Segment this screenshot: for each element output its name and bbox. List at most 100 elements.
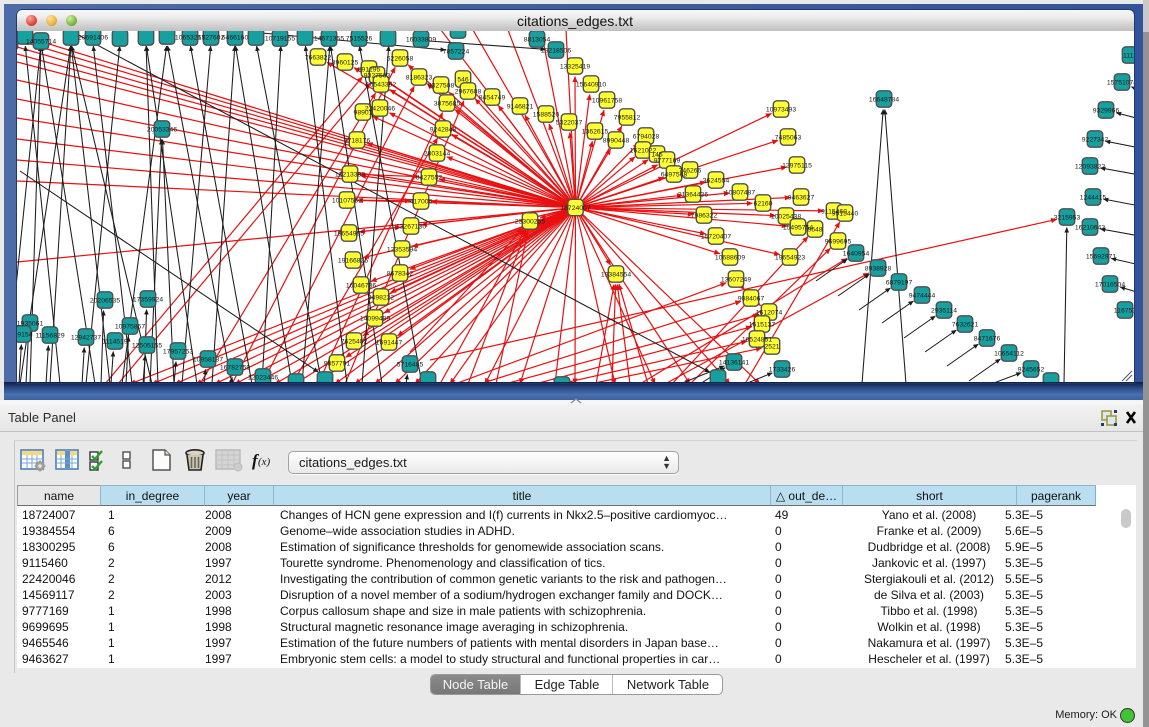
svg-text:6497568: 6497568	[661, 172, 688, 179]
svg-text:16648784: 16648784	[869, 97, 899, 104]
svg-text:1114519: 1114519	[102, 339, 128, 346]
svg-text:1112: 1112	[1123, 53, 1134, 60]
svg-text:3215953: 3215953	[1054, 215, 1081, 222]
svg-text:3624554: 3624554	[703, 178, 730, 185]
svg-text:10719155: 10719155	[265, 36, 295, 43]
svg-text:3498222: 3498222	[368, 295, 395, 302]
svg-text:12942737: 12942737	[71, 335, 101, 342]
svg-text:9146821: 9146821	[507, 104, 534, 111]
svg-text:116753: 116753	[1114, 308, 1134, 315]
svg-text:1733426: 1733426	[769, 367, 796, 374]
svg-text:20691406: 20691406	[78, 35, 108, 42]
svg-text:20053346: 20053346	[147, 127, 177, 134]
svg-text:17016504: 17016504	[1095, 282, 1125, 289]
svg-text:1527602: 1527602	[198, 35, 225, 42]
svg-text:13607249: 13607249	[721, 277, 751, 284]
svg-text:8678342: 8678342	[387, 271, 414, 278]
svg-text:19654985: 19654985	[334, 231, 364, 238]
svg-text:14055714: 14055714	[26, 39, 56, 46]
svg-text:8454749: 8454749	[479, 95, 506, 102]
svg-text:(x): (x)	[258, 456, 271, 468]
svg-text:9242848: 9242848	[430, 127, 457, 134]
svg-text:19654923: 19654923	[775, 255, 805, 262]
svg-text:9857791: 9857791	[324, 361, 351, 368]
svg-text:16524851: 16524851	[742, 337, 772, 344]
svg-text:14671355: 14671355	[314, 36, 344, 43]
svg-text:16046736: 16046736	[346, 283, 376, 290]
svg-text:19218506: 19218506	[541, 48, 571, 55]
svg-text:9463627: 9463627	[788, 195, 815, 202]
svg-text:7625402: 7625402	[341, 339, 368, 346]
svg-text:12213383: 12213383	[335, 172, 365, 179]
svg-text:12023446: 12023446	[248, 375, 278, 382]
svg-text:1244415: 1244415	[1080, 195, 1107, 202]
svg-text:14136141: 14136141	[719, 360, 749, 367]
svg-text:19384554: 19384554	[601, 272, 631, 279]
svg-text:8990448: 8990448	[603, 138, 630, 145]
svg-text:5322037: 5322037	[556, 120, 583, 127]
svg-text:8960125: 8960125	[332, 60, 359, 67]
svg-text:16033809: 16033809	[406, 37, 436, 44]
svg-text:15640910: 15640910	[576, 82, 606, 89]
svg-text:39154: 39154	[17, 332, 33, 339]
svg-text:5226058: 5226058	[387, 56, 414, 63]
svg-text:16782759: 16782759	[220, 365, 250, 372]
svg-text:16210643: 16210643	[1075, 225, 1105, 232]
svg-text:1615137: 1615137	[749, 322, 776, 329]
svg-text:15751074: 15751074	[1107, 80, 1134, 87]
svg-text:9327508: 9327508	[428, 83, 455, 90]
svg-text:9245652: 9245652	[1018, 367, 1045, 374]
svg-text:8938928: 8938928	[865, 266, 892, 273]
svg-text:17359924: 17359924	[133, 297, 163, 304]
svg-text:3875685: 3875685	[434, 101, 461, 108]
svg-text:10973493: 10973493	[766, 107, 796, 114]
svg-text:417006: 417006	[410, 199, 433, 206]
svg-text:7955812: 7955812	[614, 115, 641, 122]
svg-text:11156829: 11156829	[35, 333, 64, 340]
svg-text:9227342: 9227342	[1082, 137, 1109, 144]
svg-text:7986322: 7986322	[691, 213, 718, 220]
svg-text:2935114: 2935114	[931, 308, 957, 315]
svg-text:7485063: 7485063	[775, 135, 802, 142]
svg-text:2967608: 2967608	[455, 89, 482, 96]
svg-text:21364436: 21364436	[678, 192, 708, 199]
svg-text:10958187: 10958187	[193, 357, 223, 364]
svg-text:15720407: 15720407	[701, 234, 731, 241]
svg-text:5716485: 5716485	[397, 362, 424, 369]
svg-text:13267130: 13267130	[396, 224, 426, 231]
svg-text:9327503: 9327503	[364, 73, 391, 80]
svg-text:12093822: 12093822	[1075, 164, 1105, 171]
svg-text:9084067: 9084067	[738, 296, 765, 303]
svg-text:8427552: 8427552	[416, 175, 443, 182]
svg-text:7857224: 7857224	[443, 49, 470, 56]
svg-text:12975115: 12975115	[782, 163, 812, 170]
svg-text:10025438: 10025438	[771, 214, 801, 221]
svg-text:9329966: 9329966	[1093, 108, 1120, 115]
svg-text:14099489: 14099489	[360, 316, 390, 323]
svg-text:9515440: 9515440	[832, 211, 859, 218]
svg-text:546: 546	[457, 77, 469, 84]
svg-text:8471676: 8471676	[974, 336, 1001, 343]
svg-text:19166825: 19166825	[338, 258, 368, 265]
svg-text:62160: 62160	[754, 201, 773, 208]
svg-text:1362615: 1362615	[582, 129, 609, 136]
svg-text:1691447: 1691447	[376, 340, 403, 347]
svg-text:98901: 98901	[354, 110, 373, 117]
svg-text:6466160: 6466160	[222, 35, 249, 42]
svg-text:18724007: 18724007	[560, 205, 590, 212]
svg-text:13325419: 13325419	[560, 64, 590, 71]
svg-text:9777169: 9777169	[654, 158, 681, 165]
svg-text:12353594: 12353594	[387, 247, 417, 254]
svg-text:1935061: 1935061	[17, 321, 43, 328]
svg-text:1588520: 1588520	[533, 112, 560, 119]
svg-text:7663822: 7663822	[305, 55, 332, 62]
svg-text:7515526: 7515526	[346, 36, 373, 43]
svg-text:9474444: 9474444	[909, 293, 936, 300]
svg-text:20206535: 20206535	[90, 298, 120, 305]
svg-text:6879197: 6879197	[886, 280, 913, 287]
svg-text:23300255: 23300255	[515, 219, 545, 226]
svg-text:16543382: 16543382	[366, 82, 396, 89]
svg-text:8186323: 8186323	[406, 75, 433, 82]
svg-text:17957253: 17957253	[163, 349, 193, 356]
svg-text:2718176: 2718176	[344, 138, 371, 145]
